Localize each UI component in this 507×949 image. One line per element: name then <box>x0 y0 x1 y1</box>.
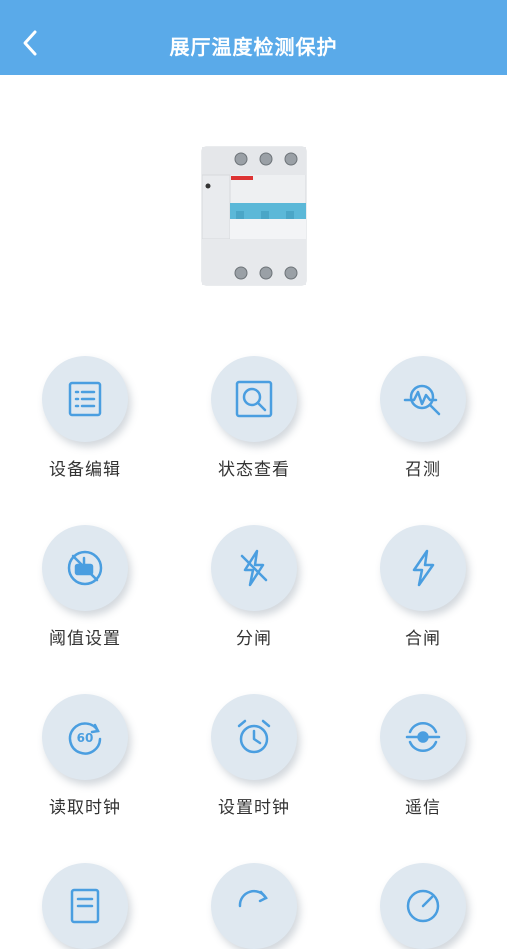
threshold-setting-label: 阈值设置 <box>49 629 121 649</box>
lightning-open-icon <box>240 549 268 587</box>
document-icon <box>70 888 100 924</box>
remote-signal-label: 遥信 <box>405 798 441 818</box>
clock-60-icon: 60 <box>68 722 102 755</box>
pulse-search-icon <box>403 384 441 416</box>
read-clock-label: 读取时钟 <box>49 798 121 818</box>
device-edit-label: 设备编辑 <box>49 460 121 480</box>
refresh-icon <box>238 889 268 908</box>
list-edit-icon <box>68 381 102 417</box>
threshold-valve-icon <box>67 550 103 586</box>
magnify-status-icon <box>235 380 273 418</box>
close-switch-label: 合闸 <box>405 629 441 649</box>
alarm-clock-icon <box>237 719 271 754</box>
function-grid: 设备编辑 状态查看 召测 阈值设置 分闸 合闸 60 读取时钟 设置时钟 遥信 <box>0 0 507 949</box>
status-view-label: 状态查看 <box>218 460 290 480</box>
svg-text:60: 60 <box>77 731 94 745</box>
summon-measure-label: 召测 <box>405 460 441 480</box>
lightning-close-icon <box>412 549 435 587</box>
remote-signal-icon <box>405 722 441 752</box>
gauge-icon <box>406 889 440 923</box>
set-clock-label: 设置时钟 <box>218 798 290 818</box>
open-switch-label: 分闸 <box>236 629 272 649</box>
